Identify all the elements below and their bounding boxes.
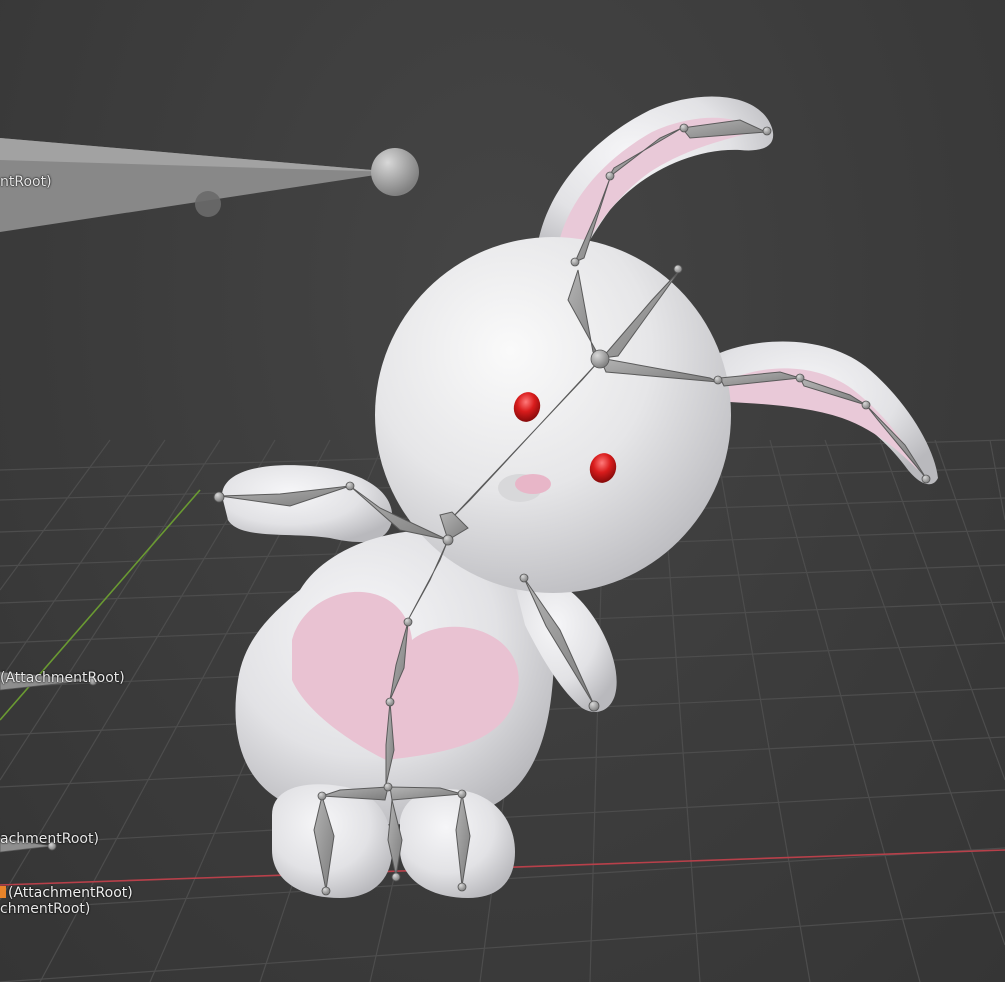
spot-light-cone xyxy=(0,138,419,232)
head xyxy=(375,237,731,593)
selection-accent-icon xyxy=(0,886,6,898)
bone-label-attachment-3: chmentRoot) xyxy=(0,901,91,917)
bunny-mesh xyxy=(222,96,938,898)
tongue xyxy=(515,474,551,494)
bone-label-light: ntRoot) xyxy=(0,174,52,190)
bone-label-attachment-selected: (AttachmentRoot) xyxy=(0,885,133,901)
viewport-canvas xyxy=(0,96,1005,982)
bone-label-attachment-2: achmentRoot) xyxy=(0,831,99,847)
ear-right xyxy=(715,341,938,485)
arm-left xyxy=(222,465,393,543)
bone-label-attachment-1: (AttachmentRoot) xyxy=(0,670,125,686)
3d-viewport[interactable]: ntRoot) (AttachmentRoot) achmentRoot) (A… xyxy=(0,0,1005,982)
